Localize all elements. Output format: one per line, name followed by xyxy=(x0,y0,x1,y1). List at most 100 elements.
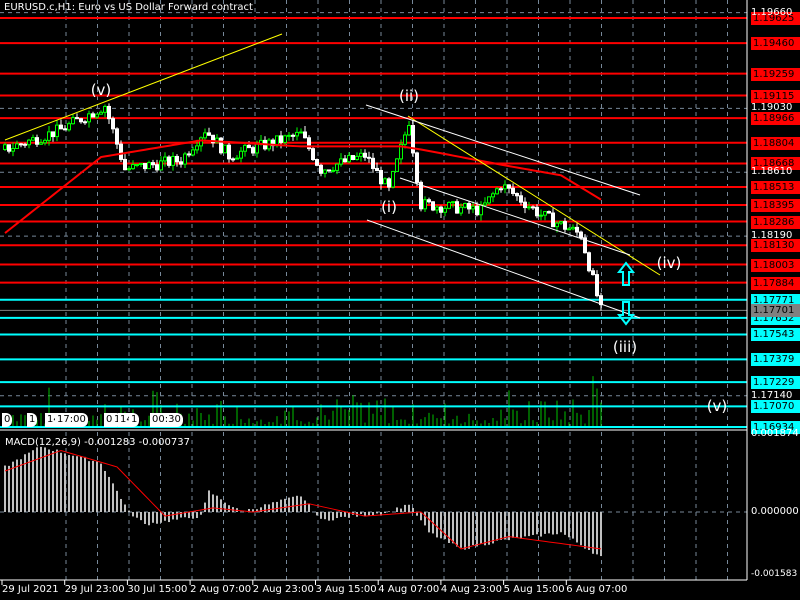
candle xyxy=(351,155,355,161)
candle xyxy=(99,110,103,115)
candle-body xyxy=(331,169,335,172)
candle-body xyxy=(335,163,339,171)
macd-histogram-bar xyxy=(228,505,230,512)
macd-histogram-bar xyxy=(404,504,406,512)
candle-body xyxy=(507,184,511,189)
macd-histogram-bar xyxy=(544,512,546,534)
candle xyxy=(431,201,435,212)
macd-histogram-bar xyxy=(20,459,22,512)
candle xyxy=(415,151,419,187)
candle-body xyxy=(43,139,47,144)
price-axis-tick: 1.17140 xyxy=(751,389,793,401)
candle xyxy=(35,134,39,148)
candle-body xyxy=(315,159,319,166)
candle xyxy=(139,162,143,167)
candle xyxy=(507,184,511,194)
price-label-resistance: 1.19115 xyxy=(751,89,800,103)
candle-body xyxy=(423,199,427,210)
candle-body xyxy=(163,156,167,162)
candle-body xyxy=(99,111,103,115)
macd-histogram-bar xyxy=(464,512,466,550)
candle xyxy=(467,201,471,214)
macd-histogram-bar xyxy=(372,512,374,516)
candle xyxy=(435,205,439,214)
candle-body xyxy=(291,134,295,137)
candle-body xyxy=(27,139,31,146)
price-axis-tick: 1.19030 xyxy=(751,102,793,114)
macd-histogram-bar xyxy=(76,456,78,512)
price-label-resistance: 1.18395 xyxy=(751,198,800,212)
macd-histogram-bar xyxy=(300,496,302,512)
candle-body xyxy=(135,164,139,167)
time-axis-label: 5 Aug 15:00 xyxy=(503,584,565,595)
wave-label: (iii) xyxy=(612,338,638,357)
time-axis-label: 2 Aug 23:00 xyxy=(252,584,314,595)
candle-body xyxy=(187,153,191,156)
macd-histogram-bar xyxy=(588,512,590,550)
candle-body xyxy=(415,152,419,183)
candle-body xyxy=(567,228,571,231)
candle-body xyxy=(403,134,407,145)
macd-histogram-bar xyxy=(104,470,106,512)
candle-body xyxy=(151,162,155,166)
candle-body xyxy=(111,118,115,130)
macd-histogram-bar xyxy=(188,512,190,519)
candle xyxy=(127,166,131,172)
candle-body xyxy=(23,143,27,146)
price-label-support: 1.17543 xyxy=(751,328,800,342)
macd-histogram-bar xyxy=(424,512,426,526)
candle-body xyxy=(247,144,251,149)
candle-body xyxy=(467,203,471,210)
candle-body xyxy=(119,143,123,160)
candle-body xyxy=(447,201,451,209)
trend-line xyxy=(407,115,661,276)
macd-histogram-bar xyxy=(536,512,538,535)
candle-body xyxy=(219,137,223,154)
candle-body xyxy=(303,131,307,139)
candle xyxy=(107,103,111,125)
macd-axis-bottom: -0.001583 xyxy=(751,569,798,579)
macd-histogram-bar xyxy=(496,512,498,541)
candle xyxy=(123,154,127,171)
candle-body xyxy=(15,143,19,150)
macd-histogram-bar xyxy=(284,498,286,512)
macd-histogram-bar xyxy=(80,456,82,512)
macd-histogram-bar xyxy=(460,512,462,548)
macd-histogram-bar xyxy=(112,483,114,512)
macd-histogram-bar xyxy=(528,512,530,537)
candle-body xyxy=(79,118,83,123)
macd-histogram-bar xyxy=(500,512,502,540)
macd-histogram-bar xyxy=(276,501,278,512)
candle-body xyxy=(319,164,323,174)
candle-body xyxy=(359,152,363,157)
candle-body xyxy=(323,169,327,174)
macd-histogram-bar xyxy=(124,504,126,512)
candle-body xyxy=(419,181,423,210)
bid-price-label: 1.17701 xyxy=(751,304,800,318)
candle-body xyxy=(11,148,15,152)
macd-histogram-bar xyxy=(316,512,318,516)
candle xyxy=(519,191,523,206)
candle-body xyxy=(579,231,583,239)
time-axis-label: 6 Aug 07:00 xyxy=(566,584,628,595)
macd-histogram-bar xyxy=(488,512,490,545)
candle xyxy=(235,155,239,160)
macd-histogram-bar xyxy=(492,512,494,544)
macd-histogram-bar xyxy=(292,496,294,512)
candle-body xyxy=(103,105,107,113)
macd-histogram-bar xyxy=(468,512,470,549)
candle-body xyxy=(487,196,491,204)
candle-body xyxy=(143,162,147,170)
candle-body xyxy=(203,132,207,139)
candle-body xyxy=(195,145,199,151)
macd-histogram-bar xyxy=(584,512,586,549)
candle xyxy=(531,205,535,210)
candle xyxy=(207,127,211,136)
macd-histogram-bar xyxy=(52,450,54,512)
macd-histogram-bar xyxy=(504,512,506,540)
candle-body xyxy=(563,221,567,230)
candle-body xyxy=(223,144,227,154)
candle-body xyxy=(527,206,531,209)
candle-body xyxy=(463,203,467,208)
candle-body xyxy=(459,206,463,214)
